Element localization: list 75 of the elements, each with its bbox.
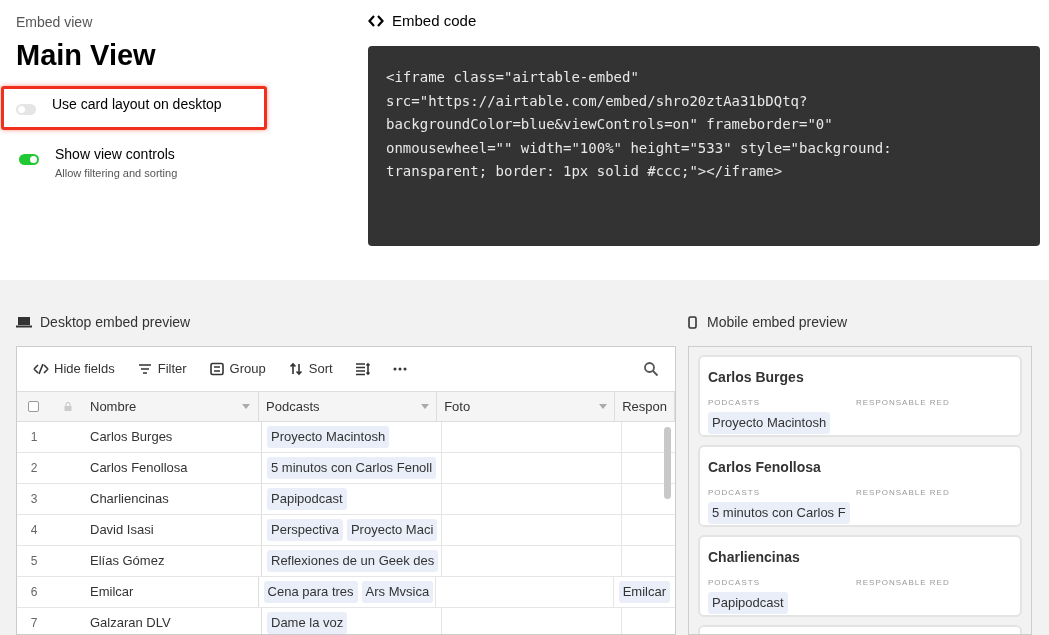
phone-icon — [688, 315, 697, 329]
toggle-switch[interactable] — [19, 154, 39, 165]
toolbar-button[interactable]: Sort — [287, 359, 333, 379]
row-number: 5 — [29, 553, 39, 570]
toolbar-button[interactable]: Group — [208, 359, 266, 379]
podcast-tag: Ars Mvsica — [361, 581, 434, 603]
field-label: PODCASTS — [708, 487, 761, 499]
lock-icon — [64, 402, 72, 411]
podcast-tag: Proyecto Macintosh — [708, 412, 831, 434]
card-title: Carlos Burges — [708, 368, 805, 387]
podcast-tag: Emilcar — [618, 581, 670, 603]
toolbar-button[interactable]: Hide fields — [33, 359, 115, 379]
row-number: 1 — [29, 429, 39, 446]
field-label: RESPONSABLE RED — [856, 487, 950, 499]
code-block: <iframe class="airtable-embed" src="https://airtable.com/embed/shro20ztAa31bDQtq? backgroundColor=blue&viewControls=on" frameborder="0" onmousewheel="" width="100%" height="533" style="background: transparent; border: 1px solid #ccc;"></iframe> — [368, 46, 1040, 246]
select-all-checkbox[interactable] — [28, 401, 39, 412]
sort-icon — [287, 361, 304, 377]
field-label: PODCASTS — [708, 577, 761, 589]
podcast-tag: Reflexiones de un Geek des — [267, 550, 439, 572]
section-title: Embed code — [392, 10, 477, 31]
podcast-tag: Dame la voz — [267, 612, 348, 634]
table-cell-text: David Isasi — [90, 521, 154, 540]
scrollbar[interactable] — [664, 427, 671, 499]
table-cell-text: Carlos Fenollosa — [90, 459, 188, 478]
record-card[interactable]: Carlos Fenollosa PODCASTS RESPONSABLE RED 5 minutos con Carlos F — [698, 445, 1022, 527]
section-label: Embed view — [16, 13, 94, 32]
record-card[interactable]: Charliencinas PODCASTS RESPONSABLE RED Papipodcast — [698, 535, 1022, 617]
column-header[interactable]: Nombre — [90, 396, 137, 417]
column-header[interactable]: Foto — [444, 396, 471, 417]
row-number: 6 — [29, 584, 39, 601]
table-cell-text: Charliencinas — [90, 490, 169, 509]
podcast-tag: 5 minutos con Carlos Fenoll — [267, 457, 437, 479]
podcast-tag: Papipodcast — [267, 488, 347, 510]
field-label: RESPONSABLE RED — [856, 397, 950, 409]
row-number: 3 — [29, 491, 39, 508]
option-label: Show view controls — [55, 145, 176, 164]
caret-icon — [242, 404, 251, 409]
section-title: Mobile embed preview — [707, 312, 848, 332]
toggle-switch[interactable] — [16, 104, 36, 115]
card-title: Carlos Fenollosa — [708, 458, 822, 477]
laptop-icon — [16, 316, 32, 328]
record-card[interactable]: Carlos Burges PODCASTS RESPONSABLE RED Proyecto Macintosh — [698, 355, 1022, 437]
row-height-icon — [354, 361, 371, 377]
row-number: 2 — [29, 460, 39, 477]
search-icon[interactable] — [643, 361, 659, 377]
row-number: 4 — [29, 522, 39, 539]
podcast-tag: Perspectiva — [267, 519, 343, 541]
card-title: Charliencinas — [708, 548, 801, 567]
podcast-tag: Proyecto Maci — [346, 519, 438, 541]
podcast-tag: Proyecto Macintosh — [267, 426, 390, 448]
table-cell-text: Galzaran DLV — [90, 614, 171, 633]
caret-icon — [599, 404, 608, 409]
toolbar-button[interactable] — [392, 367, 407, 371]
podcast-tag: 5 minutos con Carlos F — [708, 502, 850, 524]
filter-icon — [136, 361, 153, 377]
view-title: Main View — [16, 38, 157, 73]
toolbar-button[interactable] — [354, 361, 371, 377]
podcast-tag: Papipodcast — [708, 592, 788, 614]
field-label: RESPONSABLE RED — [856, 577, 950, 589]
more-icon — [392, 367, 407, 371]
field-label: PODCASTS — [708, 397, 761, 409]
toolbar-button[interactable]: Filter — [136, 359, 187, 379]
section-title: Desktop embed preview — [40, 312, 191, 332]
podcast-tag: Cena para tres — [263, 581, 358, 603]
option-description: Allow filtering and sorting — [55, 166, 178, 181]
table-cell-text: Elías Gómez — [90, 552, 165, 571]
option-label: Use card layout on desktop — [52, 95, 222, 114]
table-cell-text: Carlos Burges — [90, 428, 173, 447]
table-cell-text: Emilcar — [90, 583, 134, 602]
caret-icon — [421, 404, 430, 409]
code-icon — [368, 15, 384, 27]
column-header[interactable]: Podcasts — [266, 396, 320, 417]
column-header[interactable]: Respon — [622, 396, 667, 417]
list-icon — [208, 361, 225, 377]
row-number: 7 — [29, 615, 39, 632]
